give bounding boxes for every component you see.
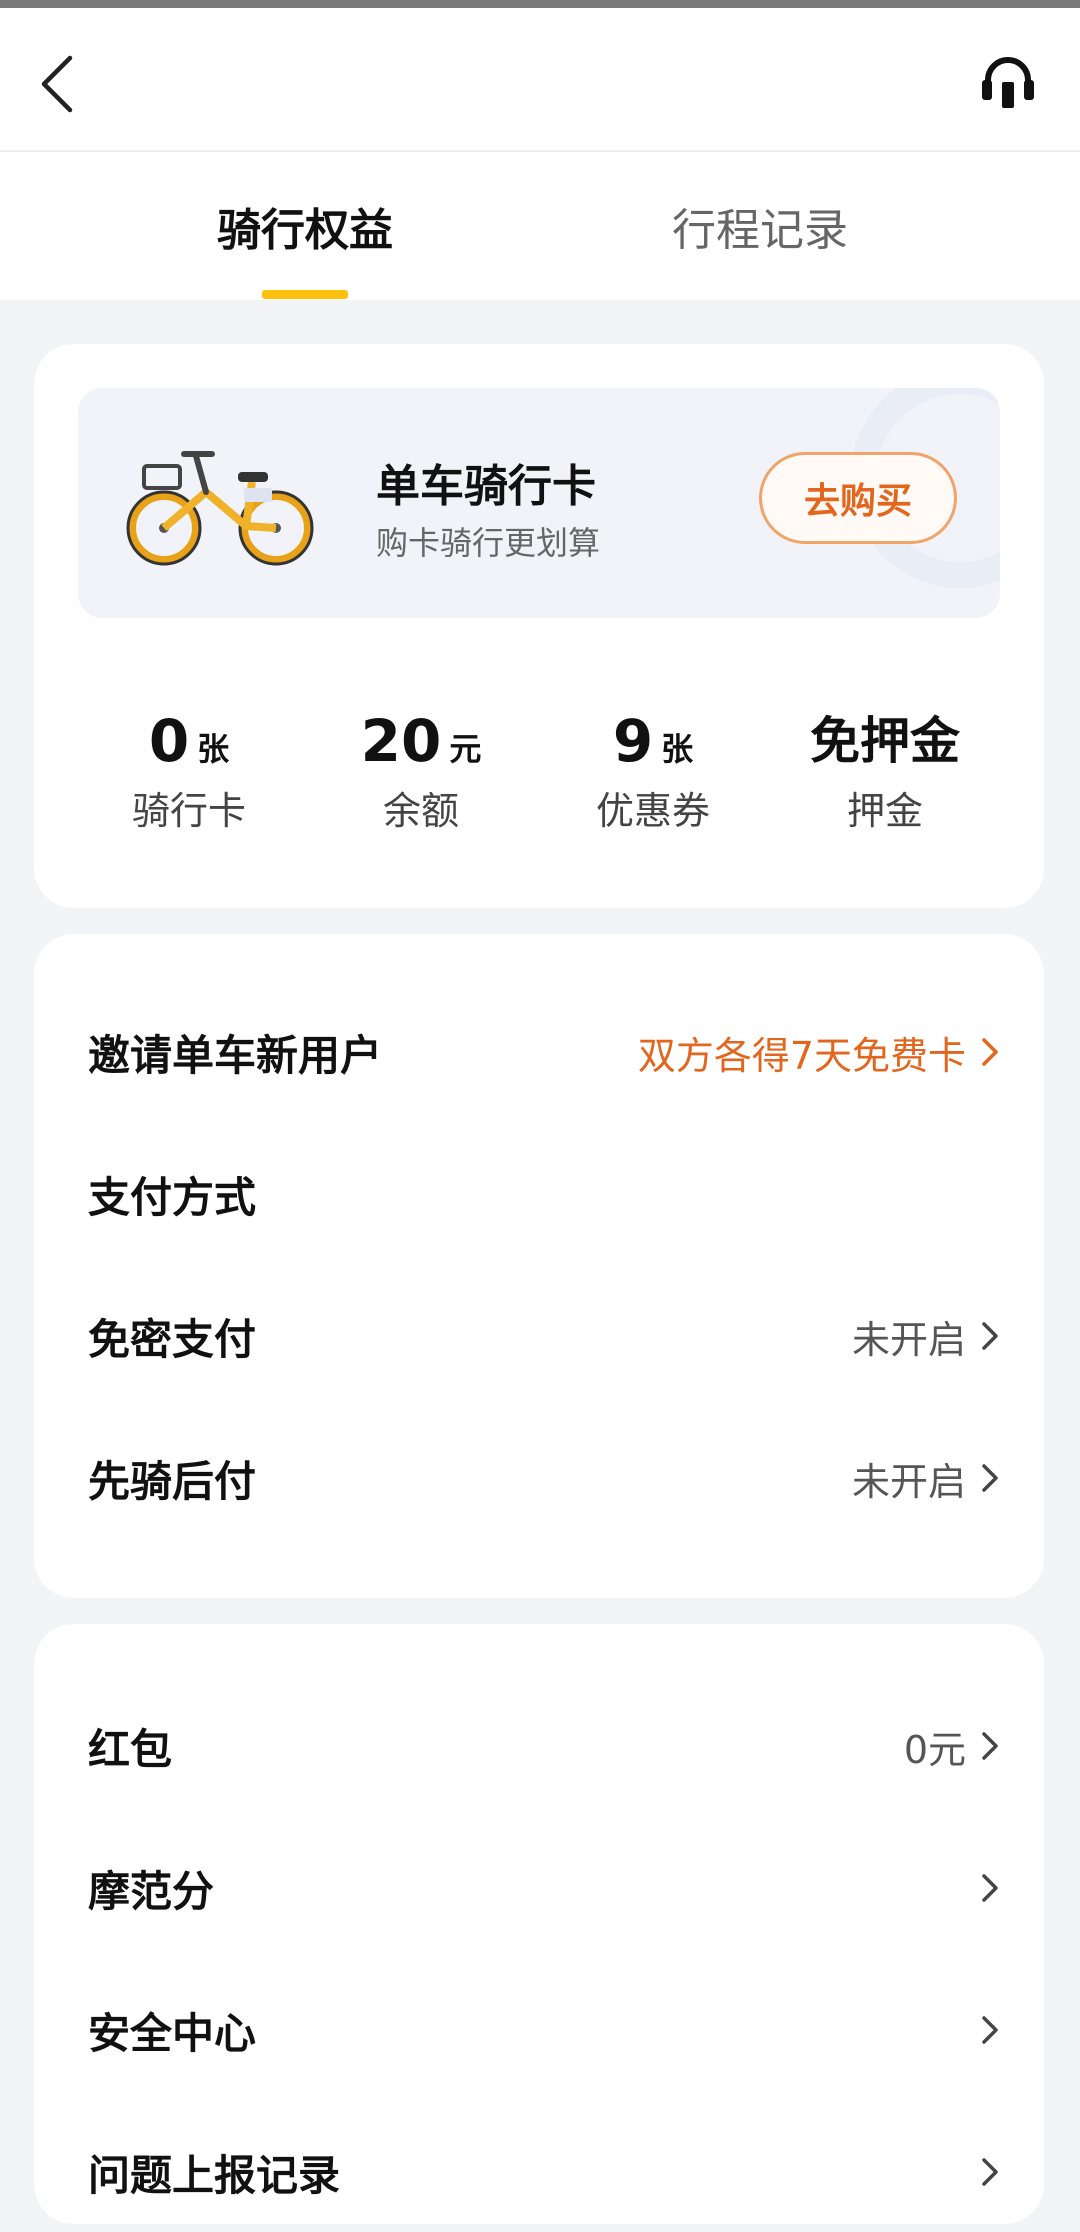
row-title: 免密支付 [88,1314,257,1364]
tab-riding-benefits[interactable]: 骑行权益 [160,152,450,300]
row-title: 红包 [88,1724,173,1774]
stat-unit: 张 [661,730,694,768]
stat-label: 骑行卡 [131,789,246,833]
top-nav-bar [0,8,1080,152]
issue-report-records-row[interactable]: 问题上报记录 [88,2112,1002,2232]
status-strip [0,0,1080,8]
back-button[interactable] [28,44,88,124]
benefits-card: 单车骑行卡 购卡骑行更划算 去购买 0 张 骑行卡 20 元 余额 9 张 优惠… [34,344,1044,908]
stat-coupons[interactable]: 9 张 优惠券 [538,700,768,835]
more-services-card: 红包 0元 摩范分 安全中心 问题上报记录 [34,1624,1044,2224]
active-tab-indicator [262,290,348,299]
invite-new-users-row[interactable]: 邀请单车新用户 双方各得7天免费卡 [88,992,1002,1112]
chevron-right-icon [982,1874,998,1902]
tab-bar: 骑行权益 行程记录 [0,152,1080,300]
stat-label: 优惠券 [595,789,710,833]
row-title: 邀请单车新用户 [88,1030,383,1080]
row-title: 支付方式 [88,1172,257,1222]
stat-balance[interactable]: 20 元 余额 [306,700,536,835]
row-title: 先骑后付 [88,1456,257,1506]
promo-title: 单车骑行卡 [376,461,596,512]
stat-value: 免押金 [810,712,960,770]
stat-value: 20 [360,707,442,775]
safety-center-row[interactable]: 安全中心 [88,1970,1002,2090]
mofan-score-row[interactable]: 摩范分 [88,1828,1002,1948]
bike-icon [126,451,314,566]
stat-unit: 元 [449,730,482,768]
red-packet-row[interactable]: 红包 0元 [88,1686,1002,1806]
promo-subtitle: 购卡骑行更划算 [376,524,601,562]
chevron-right-icon [982,2016,998,2044]
stat-unit: 张 [197,730,230,768]
row-value: 未开启 [851,1459,966,1504]
stat-deposit[interactable]: 免押金 押金 [770,700,1000,835]
riding-card-promo[interactable]: 单车骑行卡 购卡骑行更划算 去购买 [78,388,1000,618]
stat-label: 押金 [846,789,923,833]
chevron-right-icon [982,2158,998,2186]
row-value: 双方各得7天免费卡 [637,1033,966,1078]
stat-label: 余额 [382,789,459,833]
ride-now-pay-later-row[interactable]: 先骑后付 未开启 [88,1418,1002,1538]
password-free-payment-row[interactable]: 免密支付 未开启 [88,1276,1002,1396]
headset-icon [982,57,1034,108]
buy-button[interactable]: 去购买 [759,452,957,544]
row-value: 未开启 [851,1317,966,1362]
row-title: 问题上报记录 [88,2150,341,2200]
chevron-left-icon [41,55,73,113]
stat-riding-card[interactable]: 0 张 骑行卡 [74,700,304,835]
stat-value: 0 [148,707,190,775]
payment-method-row[interactable]: 支付方式 [88,1134,1002,1254]
payment-settings-card: 邀请单车新用户 双方各得7天免费卡 支付方式 免密支付 未开启 先骑后付 未开启 [34,934,1044,1598]
chevron-right-icon [982,1464,998,1492]
customer-service-button[interactable] [972,48,1044,120]
row-title: 安全中心 [88,2008,257,2058]
chevron-right-icon [982,1732,998,1760]
tab-trip-records[interactable]: 行程记录 [620,152,900,300]
row-value: 0元 [903,1727,966,1772]
chevron-right-icon [982,1322,998,1350]
row-title: 摩范分 [88,1866,215,1916]
chevron-right-icon [982,1038,998,1066]
stat-value: 9 [612,707,654,775]
